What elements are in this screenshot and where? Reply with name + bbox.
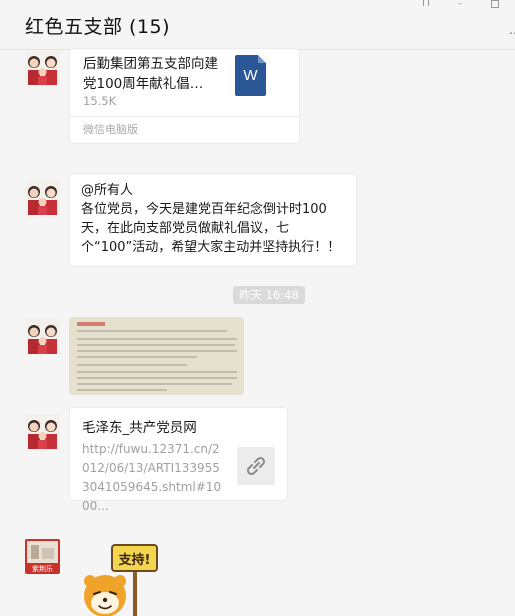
file-card[interactable]: 后勤集团第五支部向建党100周年献礼倡… 15.5K W 微信电脑版	[69, 48, 300, 144]
chat-header: 红色五支部 (15) – ⋯	[0, 0, 515, 50]
chat-window: 红色五支部 (15) – ⋯ 后勤集团第五支部向建党100周年献礼倡… 15.5…	[0, 0, 515, 616]
text-bubble[interactable]: @所有人 各位党员，今天是建党百年纪念倒计时100天，在此向支部党员做献礼倡议，…	[69, 173, 357, 267]
word-file-letter: W	[243, 67, 258, 84]
image-text-line	[77, 364, 187, 366]
file-divider	[70, 116, 299, 117]
image-thumbnail[interactable]	[69, 317, 244, 395]
word-file-icon: W	[235, 55, 266, 96]
link-thumbnail	[237, 447, 275, 485]
image-text-line	[77, 389, 167, 391]
avatar[interactable]	[25, 180, 60, 215]
sender-badge: 紫荆乐	[32, 564, 53, 573]
chain-link-icon	[246, 456, 266, 476]
image-text-line	[77, 377, 237, 379]
file-size: 15.5K	[83, 94, 117, 108]
file-name: 后勤集团第五支部向建党100周年献礼倡…	[83, 56, 218, 92]
window-controls: –	[423, 0, 499, 10]
avatar[interactable]	[25, 50, 60, 85]
avatar[interactable]: 紫荆乐	[25, 539, 60, 574]
chat-title: 红色五支部 (15)	[25, 16, 171, 38]
image-text-line	[77, 344, 235, 346]
more-icon[interactable]: ⋯	[509, 27, 515, 39]
image-text-line	[77, 356, 197, 358]
minimize-icon[interactable]: –	[455, 0, 465, 9]
pin-icon[interactable]	[423, 0, 429, 6]
image-text-line	[77, 350, 237, 352]
link-card[interactable]: 毛泽东_共产党员网 http://fuwu.12371.cn/2012/06/1…	[69, 407, 288, 513]
link-title: 毛泽东_共产党员网	[82, 420, 197, 436]
image-text-line	[77, 330, 227, 332]
avatar[interactable]	[25, 414, 60, 449]
timestamp: 昨天 16:48	[233, 286, 305, 304]
maximize-icon[interactable]	[491, 0, 499, 8]
image-header-mark	[77, 322, 105, 326]
image-text-line	[77, 338, 237, 340]
sticker-caption: 支持!	[118, 552, 151, 568]
file-source: 微信电脑版	[83, 123, 138, 136]
message-text-content: @所有人 各位党员，今天是建党百年纪念倒计时100天，在此向支部党员做献礼倡议，…	[81, 183, 341, 255]
sticker[interactable]: 支持!	[82, 539, 162, 616]
avatar[interactable]	[25, 319, 60, 354]
image-text-line	[77, 371, 237, 373]
link-url: http://fuwu.12371.cn/2012/06/13/ARTI1339…	[82, 442, 222, 513]
image-text-line	[77, 383, 232, 385]
